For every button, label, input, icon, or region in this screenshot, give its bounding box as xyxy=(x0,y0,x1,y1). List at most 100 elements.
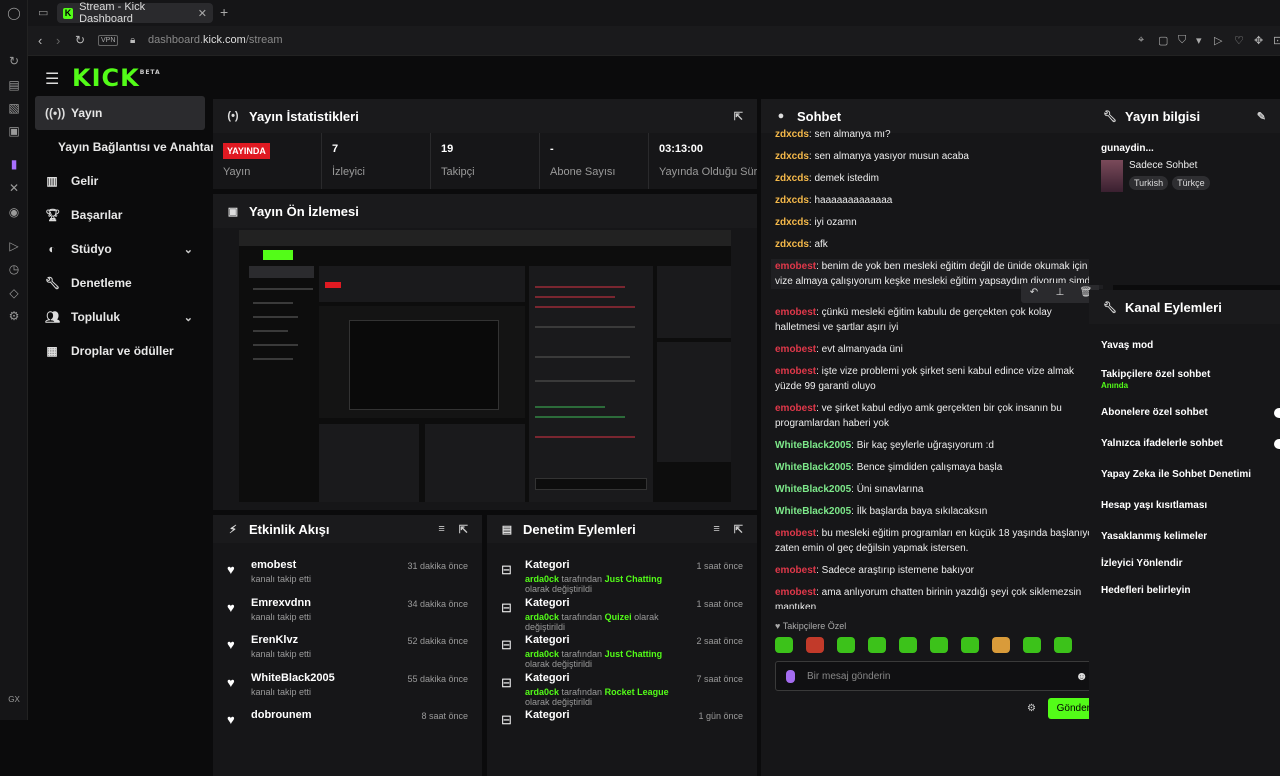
chevron-down-icon[interactable]: ⌄ xyxy=(184,311,193,324)
tabs-overview-icon[interactable]: ▭ xyxy=(38,6,48,19)
chat-message[interactable]: zdxcds: haaaaaaaaaaaaa xyxy=(775,193,1099,208)
emote-icon[interactable] xyxy=(899,637,917,653)
nav-item-studio[interactable]: ◐ Stüdyo ⌄ xyxy=(35,232,205,266)
chat-messages[interactable]: zdxcds: sen almanya mı? zdxcds: sen alman… xyxy=(761,127,1113,609)
chat-message[interactable]: WhiteBlack2005: Bir kaç şeylerle uğraşıy… xyxy=(775,438,1099,453)
shield-icon[interactable]: ⛉ xyxy=(1178,34,1186,47)
cube-icon[interactable]: ◇ xyxy=(7,286,21,300)
gx-icon[interactable]: GX xyxy=(7,693,21,707)
chat-username[interactable]: zdxcds xyxy=(775,217,809,228)
snapshot-icon[interactable]: ▢ xyxy=(1158,34,1168,47)
action-emote-only[interactable]: Yalnızca ifadelerle sohbet xyxy=(1089,428,1280,459)
vpn-badge[interactable]: VPN xyxy=(98,35,118,46)
nav-item-stream[interactable]: ((•)) Yayın xyxy=(35,96,205,130)
chat-username[interactable]: emobest xyxy=(775,366,816,377)
toggle-switch[interactable] xyxy=(1274,408,1280,418)
discord-icon[interactable]: ◉ xyxy=(7,205,21,219)
pin-icon[interactable]: ⊥ xyxy=(1047,283,1073,303)
nav-item-community[interactable]: 👥︎ Topluluk ⌄ xyxy=(35,300,205,334)
chat-username[interactable]: zdxcds xyxy=(775,129,809,140)
chat-message[interactable]: zdxcds: iyi ozamn xyxy=(775,215,1099,230)
action-redirect-viewers[interactable]: İzleyici Yönlendir xyxy=(1089,548,1280,575)
chat-username[interactable]: WhiteBlack2005 xyxy=(775,506,851,517)
action-set-goals[interactable]: Hedefleri belirleyin xyxy=(1089,575,1280,602)
chat-username[interactable]: WhiteBlack2005 xyxy=(775,484,851,495)
message-icon[interactable]: ▣ xyxy=(7,124,21,138)
x-icon[interactable]: ✕ xyxy=(7,181,21,195)
close-tab-icon[interactable]: ✕ xyxy=(198,7,207,20)
action-ai-moderation[interactable]: Yapay Zeka ile Sohbet Denetimi xyxy=(1089,459,1280,490)
action-slow-mode[interactable]: Yavaş mod xyxy=(1089,330,1280,359)
extensions-icon[interactable]: ✥ xyxy=(1254,34,1263,47)
chat-message[interactable]: emobest: bu mesleki eğitim programları e… xyxy=(775,526,1099,556)
emote-icon[interactable] xyxy=(837,637,855,653)
chevron-down-icon[interactable]: ⌄ xyxy=(184,243,193,256)
reload-icon[interactable]: ↻ xyxy=(75,33,85,47)
play-circle-icon[interactable]: ▷ xyxy=(7,239,21,253)
chat-message[interactable]: zdxcds: sen almanya yasıyor musun acaba xyxy=(775,149,1099,164)
forward-icon[interactable]: › xyxy=(56,33,60,48)
chat-username[interactable]: emobest xyxy=(775,261,816,272)
browser-tab[interactable]: K Stream - Kick Dashboard ✕ xyxy=(57,3,213,23)
reply-icon[interactable]: ↶ xyxy=(1021,283,1047,303)
history-icon[interactable]: ↻ xyxy=(7,54,21,68)
chat-username[interactable]: WhiteBlack2005 xyxy=(775,462,851,473)
microphone-icon[interactable] xyxy=(786,670,795,683)
chat-username[interactable]: zdxcds xyxy=(775,195,809,206)
action-account-age[interactable]: Hesap yaşı kısıtlaması xyxy=(1089,490,1280,521)
chat-message[interactable]: emobest: ama anlıyorum chatten birinin y… xyxy=(775,585,1099,609)
nav-item-moderation[interactable]: 🔧︎ Denetleme xyxy=(35,266,205,300)
chat-message[interactable]: emobest: benim de yok ben mesleki eğitim… xyxy=(771,259,1103,289)
emote-icon[interactable] xyxy=(806,637,824,653)
stream-preview-video[interactable] xyxy=(239,230,731,502)
chat-username[interactable]: zdxcds xyxy=(775,239,809,250)
chat-username[interactable]: emobest xyxy=(775,344,816,355)
nav-item-revenue[interactable]: ▥ Gelir xyxy=(35,164,205,198)
chat-message[interactable]: zdxcds: demek istedim xyxy=(775,171,1099,186)
chat-message[interactable]: zdxcds: sen almanya mı? xyxy=(775,127,1099,142)
back-icon[interactable]: ‹ xyxy=(38,33,42,48)
edit-icon[interactable]: ✎ xyxy=(1257,110,1266,123)
url-text[interactable]: dashboard.kick.com/stream xyxy=(148,34,283,46)
chat-username[interactable]: emobest xyxy=(775,307,816,318)
chat-message[interactable]: zdxcds: afk xyxy=(775,237,1099,252)
chat-settings-icon[interactable]: ⚙ xyxy=(1027,703,1036,714)
clock-icon[interactable]: ◷ xyxy=(7,262,21,276)
chat-username[interactable]: WhiteBlack2005 xyxy=(775,440,851,451)
filter-icon[interactable]: ≡ xyxy=(713,523,719,536)
emoji-icon[interactable]: ☻ xyxy=(1075,669,1088,683)
chat-username[interactable]: emobest xyxy=(775,403,816,414)
chat-message[interactable]: WhiteBlack2005: Üni sınavlarına xyxy=(775,482,1099,497)
send-icon[interactable]: ▷ xyxy=(1214,34,1222,47)
popout-icon[interactable]: ⇱ xyxy=(734,110,743,123)
nav-item-drops[interactable]: ▦ Droplar ve ödüller xyxy=(35,334,205,368)
bag-icon[interactable]: ▤ xyxy=(7,78,21,92)
bookmark-icon[interactable]: ⊡ xyxy=(1273,34,1280,47)
new-tab-icon[interactable]: + xyxy=(220,4,228,20)
emote-icon[interactable] xyxy=(1023,637,1041,653)
nav-item-stream-key[interactable]: Yayın Bağlantısı ve Anahtarı xyxy=(35,130,205,164)
emote-icon[interactable] xyxy=(775,637,793,653)
emote-icon[interactable] xyxy=(930,637,948,653)
toggle-switch[interactable] xyxy=(1274,439,1280,449)
download-icon[interactable]: ▾ xyxy=(1196,34,1202,47)
popout-icon[interactable]: ⇱ xyxy=(459,523,468,536)
filter-icon[interactable]: ≡ xyxy=(438,523,444,536)
chat-username[interactable]: zdxcds xyxy=(775,173,809,184)
pin-icon[interactable]: ⌖ xyxy=(1138,34,1144,47)
emote-icon[interactable] xyxy=(1054,637,1072,653)
chat-message[interactable]: WhiteBlack2005: İlk başlarda baya sıkıla… xyxy=(775,504,1099,519)
action-followers-only[interactable]: Takipçilere özel sohbetAnında xyxy=(1089,359,1280,397)
image-icon[interactable]: ▧ xyxy=(7,101,21,115)
kick-logo[interactable]: KICKBETA xyxy=(72,64,161,92)
chat-message[interactable]: emobest: ve şirket kabul ediyo amk gerçe… xyxy=(775,401,1099,431)
emote-icon[interactable] xyxy=(992,637,1010,653)
popout-icon[interactable]: ⇱ xyxy=(734,523,743,536)
twitch-icon[interactable]: ▮ xyxy=(7,157,21,171)
chat-username[interactable]: emobest xyxy=(775,528,816,539)
chat-message[interactable]: emobest: Sadece araştırıp istemene bakıy… xyxy=(775,563,1099,578)
settings-icon[interactable]: ⚙ xyxy=(7,309,21,323)
nav-item-achievements[interactable]: 🏆︎ Başarılar xyxy=(35,198,205,232)
heart-icon[interactable]: ♡ xyxy=(1234,34,1244,47)
menu-icon[interactable]: ☰ xyxy=(45,69,59,89)
